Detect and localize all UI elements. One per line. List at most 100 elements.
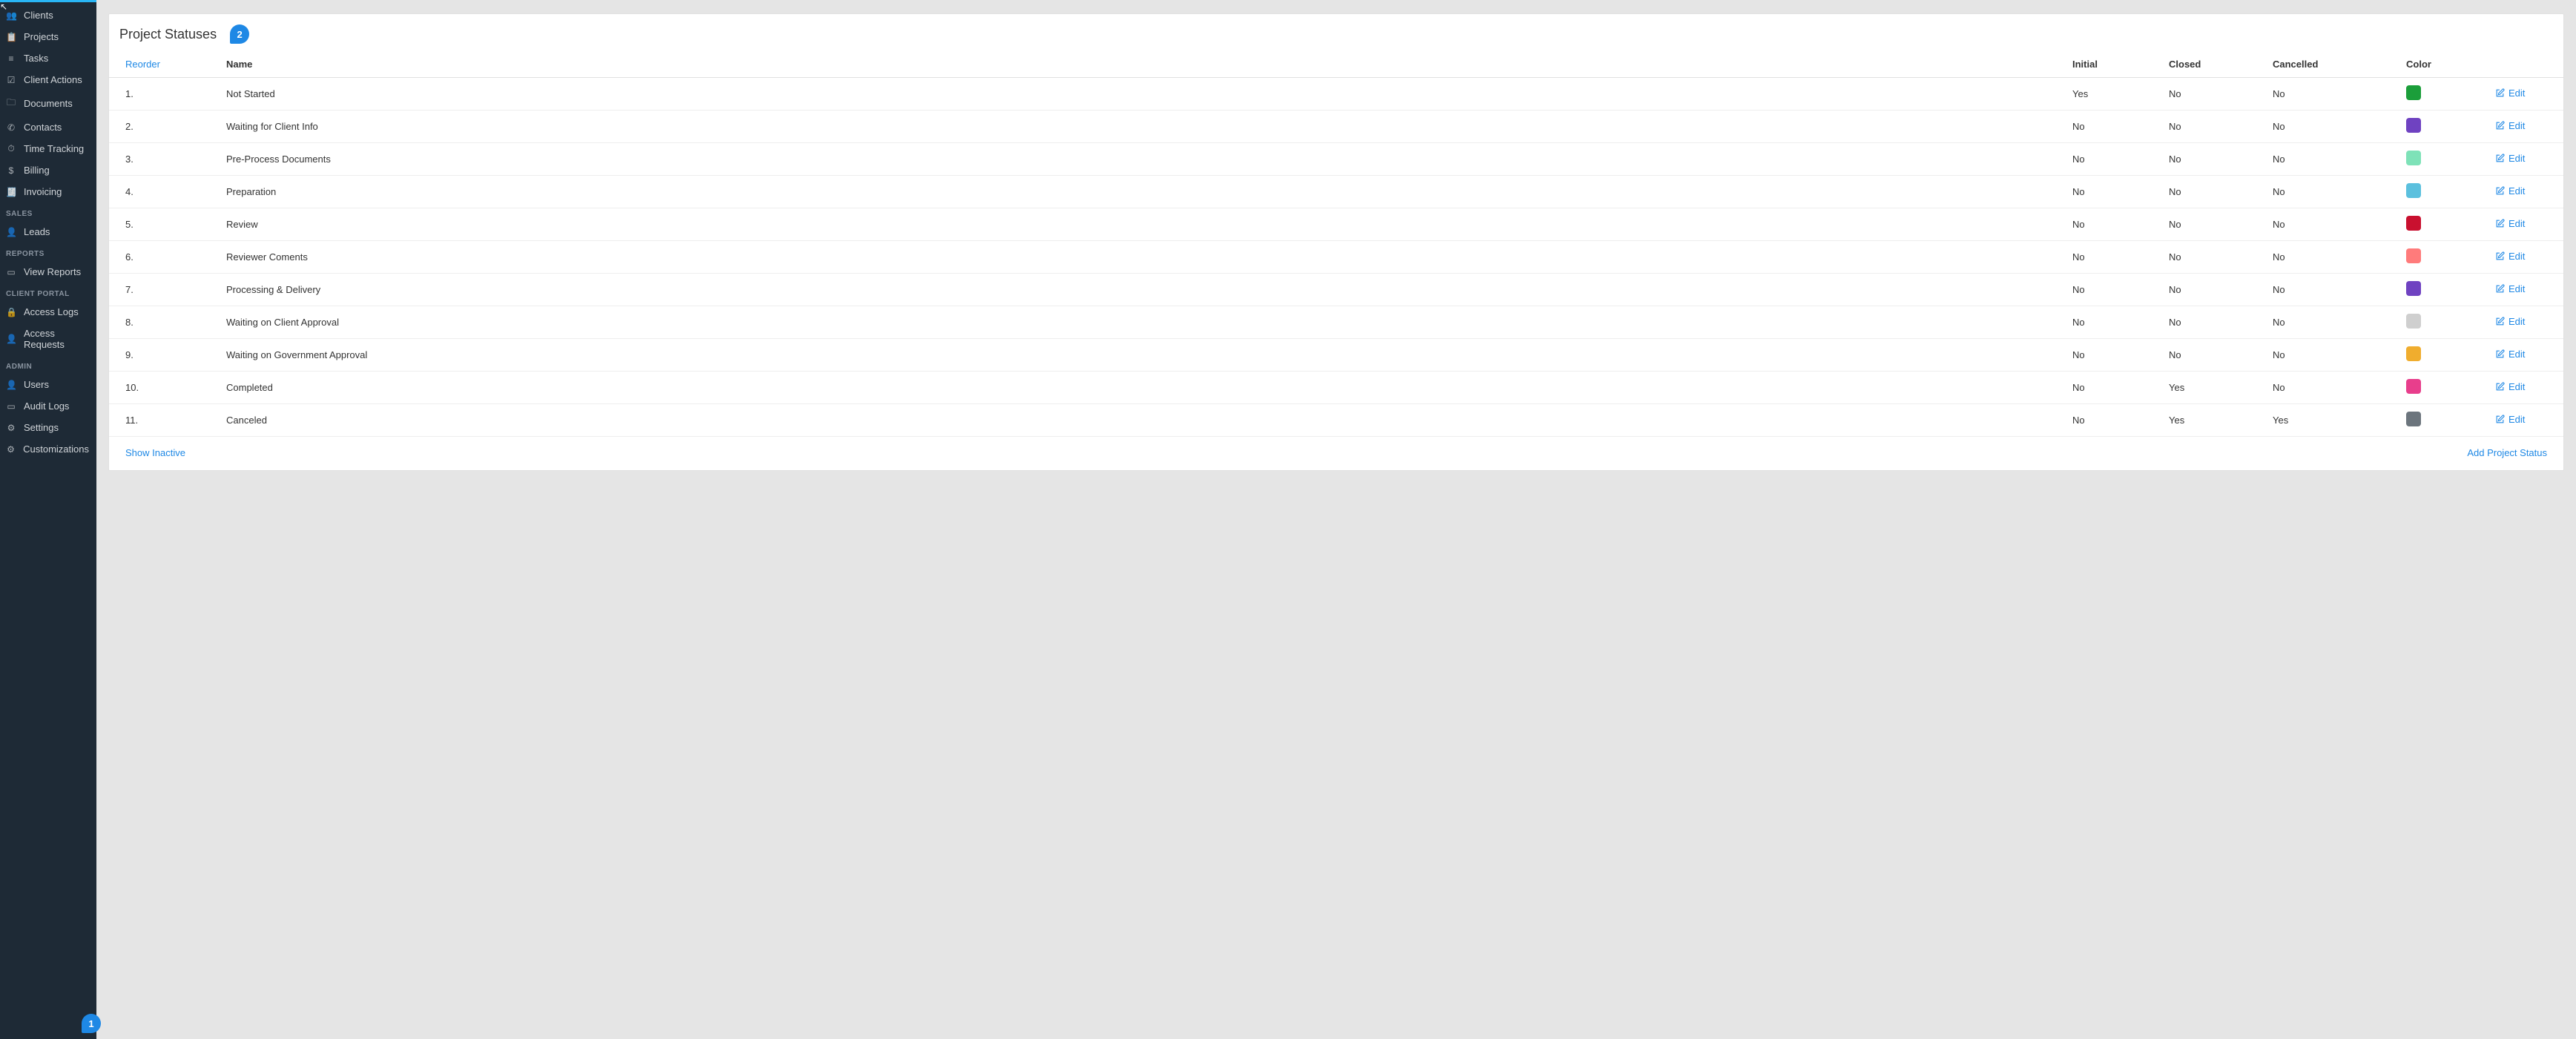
nav-leads-icon: 👤 (6, 227, 16, 237)
row-name: Waiting on Client Approval (220, 306, 2066, 339)
nav-audit-logs-icon: ▭ (6, 401, 16, 412)
table-row: 10.CompletedNoYesNoEdit (109, 372, 2563, 404)
row-closed: No (2163, 306, 2267, 339)
edit-button[interactable]: Edit (2495, 88, 2525, 99)
row-name: Preparation (220, 176, 2066, 208)
nav-audit-logs[interactable]: ▭ Audit Logs (0, 395, 96, 417)
nav-view-reports[interactable]: ▭View Reports (0, 261, 96, 283)
callout-badge-2: 2 (230, 24, 249, 44)
nav-label: Access Logs (24, 306, 79, 317)
row-initial: Yes (2066, 78, 2163, 111)
show-inactive-link[interactable]: Show Inactive (125, 447, 185, 458)
nav-label: Invoicing (24, 186, 62, 197)
color-swatch (2406, 379, 2421, 394)
row-name: Waiting for Client Info (220, 111, 2066, 143)
nav-clients-icon: 👥 (6, 10, 16, 21)
nav-billing[interactable]: $ Billing (0, 159, 96, 181)
nav-label: Documents (24, 98, 73, 109)
row-name: Processing & Delivery (220, 274, 2066, 306)
nav-projects[interactable]: 📋Projects (0, 26, 96, 47)
row-order: 4. (109, 176, 220, 208)
nav-invoicing-icon: 🧾 (6, 187, 16, 197)
row-initial: No (2066, 241, 2163, 274)
row-order: 10. (109, 372, 220, 404)
nav-access-requests[interactable]: 👤Access Requests (0, 323, 96, 355)
row-name: Pre-Process Documents (220, 143, 2066, 176)
add-project-status-link[interactable]: Add Project Status (2467, 447, 2547, 458)
row-name: Review (220, 208, 2066, 241)
edit-button[interactable]: Edit (2495, 316, 2525, 327)
table-row: 4.PreparationNoNoNoEdit (109, 176, 2563, 208)
nav-clients[interactable]: 👥Clients (0, 4, 96, 26)
color-swatch (2406, 346, 2421, 361)
row-closed: No (2163, 78, 2267, 111)
page-title: Project Statuses (119, 27, 217, 42)
row-name: Canceled (220, 404, 2066, 437)
row-cancelled: Yes (2267, 404, 2400, 437)
reorder-header-link[interactable]: Reorder (125, 59, 160, 70)
table-row: 1.Not StartedYesNoNoEdit (109, 78, 2563, 111)
color-swatch (2406, 314, 2421, 329)
edit-button[interactable]: Edit (2495, 185, 2525, 197)
nav-documents[interactable]: 🗀Documents (0, 90, 96, 116)
row-closed: No (2163, 143, 2267, 176)
nav-time-tracking[interactable]: ⏱Time Tracking (0, 138, 96, 159)
color-swatch (2406, 248, 2421, 263)
row-closed: No (2163, 176, 2267, 208)
color-swatch (2406, 216, 2421, 231)
edit-button[interactable]: Edit (2495, 251, 2525, 262)
nav-label: Audit Logs (24, 400, 69, 412)
row-name: Completed (220, 372, 2066, 404)
table-row: 9.Waiting on Government ApprovalNoNoNoEd… (109, 339, 2563, 372)
nav-users[interactable]: 👤Users (0, 374, 96, 395)
nav-access-logs[interactable]: 🔒 Access Logs (0, 301, 96, 323)
main-content: Project Statuses 2 Reorder Name Initial … (96, 0, 2576, 1039)
row-closed: No (2163, 274, 2267, 306)
row-cancelled: No (2267, 241, 2400, 274)
row-order: 6. (109, 241, 220, 274)
table-row: 5.ReviewNoNoNoEdit (109, 208, 2563, 241)
row-name: Not Started (220, 78, 2066, 111)
row-closed: No (2163, 208, 2267, 241)
nav-label: Contacts (24, 122, 62, 133)
nav-label: Client Actions (24, 74, 82, 85)
cursor-icon: ↖ (0, 1, 7, 12)
color-swatch (2406, 151, 2421, 165)
edit-button[interactable]: Edit (2495, 153, 2525, 164)
nav-client-actions[interactable]: ☑Client Actions (0, 69, 96, 90)
row-closed: No (2163, 111, 2267, 143)
row-order: 7. (109, 274, 220, 306)
col-name: Name (220, 51, 2066, 78)
nav-section-header: REPORTS (0, 243, 96, 261)
nav-label: Tasks (24, 53, 48, 64)
nav-settings-icon: ⚙ (6, 423, 16, 433)
nav-access-requests-icon: 👤 (6, 334, 16, 344)
row-cancelled: No (2267, 208, 2400, 241)
edit-button[interactable]: Edit (2495, 120, 2525, 131)
edit-button[interactable]: Edit (2495, 218, 2525, 229)
row-initial: No (2066, 143, 2163, 176)
nav-label: Billing (24, 165, 50, 176)
status-table: Reorder Name Initial Closed Cancelled Co… (109, 51, 2563, 437)
nav-invoicing[interactable]: 🧾 Invoicing (0, 181, 96, 202)
edit-button[interactable]: Edit (2495, 283, 2525, 294)
nav-users-icon: 👤 (6, 380, 16, 390)
row-initial: No (2066, 176, 2163, 208)
nav-billing-icon: $ (6, 165, 16, 176)
nav-tasks[interactable]: ≡Tasks (0, 47, 96, 69)
color-swatch (2406, 85, 2421, 100)
edit-button[interactable]: Edit (2495, 414, 2525, 425)
edit-button[interactable]: Edit (2495, 349, 2525, 360)
nav-leads[interactable]: 👤Leads (0, 221, 96, 243)
nav-contacts[interactable]: ✆Contacts (0, 116, 96, 138)
row-cancelled: No (2267, 143, 2400, 176)
nav-settings[interactable]: ⚙Settings (0, 417, 96, 438)
sidebar: ↖ 👥Clients📋Projects≡Tasks☑Client Actions… (0, 0, 96, 1039)
nav-view-reports-icon: ▭ (6, 267, 16, 277)
nav-customizations[interactable]: ⚙Customizations (0, 438, 96, 460)
col-cancelled: Cancelled (2267, 51, 2400, 78)
row-order: 2. (109, 111, 220, 143)
row-initial: No (2066, 306, 2163, 339)
nav-access-logs-icon: 🔒 (6, 307, 16, 317)
edit-button[interactable]: Edit (2495, 381, 2525, 392)
